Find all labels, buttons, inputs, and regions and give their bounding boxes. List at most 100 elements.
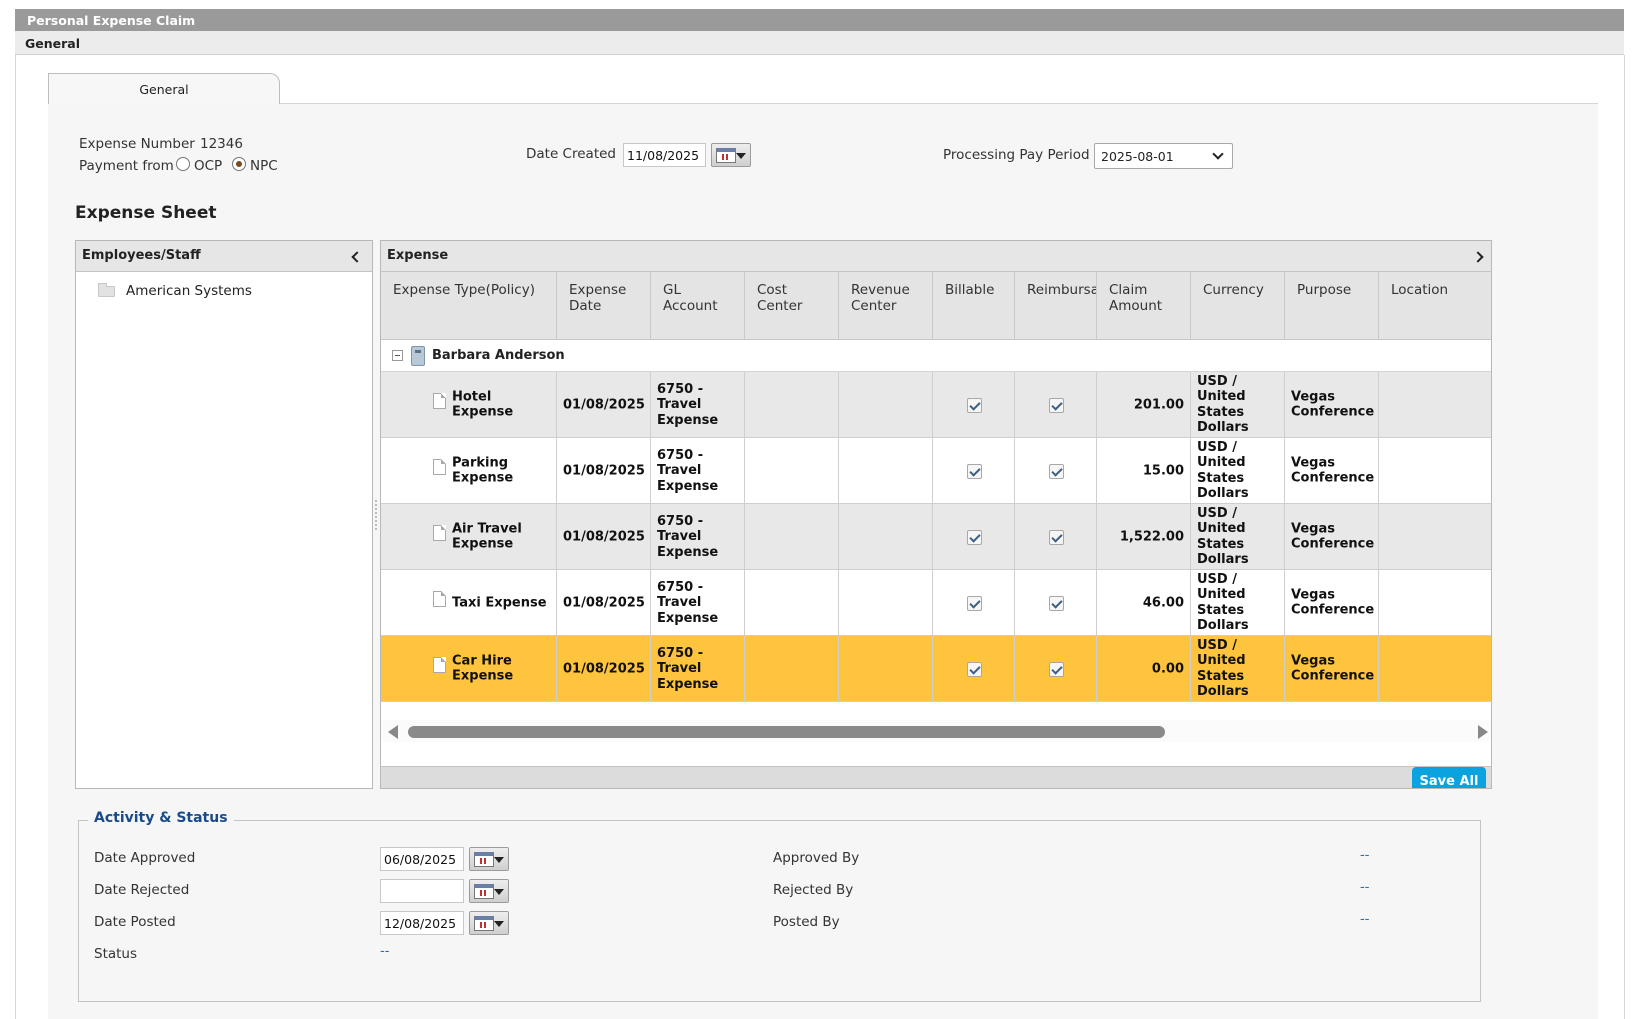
- checkbox-checked-icon[interactable]: [966, 397, 982, 413]
- cell-location[interactable]: [1379, 636, 1491, 701]
- cell-claim-amount[interactable]: 15.00: [1097, 438, 1191, 503]
- table-row[interactable]: Taxi Expense 01/08/2025 6750 - Travel Expe…: [381, 570, 1491, 636]
- cell-expense-type[interactable]: Air Travel Expense: [381, 504, 557, 569]
- splitter-handle[interactable]: [375, 500, 377, 530]
- date-created-calendar-button[interactable]: [711, 143, 751, 167]
- checkbox-checked-icon[interactable]: [966, 463, 982, 479]
- cell-purpose[interactable]: Vegas Conference: [1285, 504, 1379, 569]
- checkbox-checked-icon[interactable]: [1048, 529, 1064, 545]
- col-location[interactable]: Location: [1379, 272, 1491, 340]
- radio-npc[interactable]: [232, 157, 246, 171]
- scroll-right-icon[interactable]: [1478, 725, 1488, 739]
- cell-purpose[interactable]: Vegas Conference: [1285, 372, 1379, 437]
- cell-claim-amount[interactable]: 201.00: [1097, 372, 1191, 437]
- table-row[interactable]: Parking Expense 01/08/2025 6750 - Travel E…: [381, 438, 1491, 504]
- cell-billable[interactable]: [933, 372, 1015, 437]
- checkbox-checked-icon[interactable]: [1048, 397, 1064, 413]
- checkbox-checked-icon[interactable]: [966, 595, 982, 611]
- cell-gl-account[interactable]: 6750 - Travel Expense: [651, 438, 745, 503]
- checkbox-checked-icon[interactable]: [966, 529, 982, 545]
- cell-cost-center[interactable]: [745, 570, 839, 635]
- collapse-group-icon[interactable]: [392, 350, 403, 361]
- cell-expense-type[interactable]: Parking Expense: [381, 438, 557, 503]
- cell-currency[interactable]: USD / United States Dollars: [1191, 438, 1285, 503]
- cell-cost-center[interactable]: [745, 636, 839, 701]
- cell-purpose[interactable]: Vegas Conference: [1285, 438, 1379, 503]
- date-rejected-calendar-button[interactable]: [469, 879, 509, 903]
- date-approved-calendar-button[interactable]: [469, 847, 509, 871]
- col-expense-type[interactable]: Expense Type(Policy): [381, 272, 557, 340]
- cell-location[interactable]: [1379, 438, 1491, 503]
- scrollbar-thumb[interactable]: [408, 726, 1165, 738]
- date-posted-calendar-button[interactable]: [469, 911, 509, 935]
- col-cost-center[interactable]: Cost Center: [745, 272, 839, 340]
- cell-gl-account[interactable]: 6750 - Travel Expense: [651, 636, 745, 701]
- horizontal-scrollbar[interactable]: [381, 720, 1491, 742]
- col-expense-date[interactable]: Expense Date: [557, 272, 651, 340]
- cell-expense-date[interactable]: 01/08/2025: [557, 438, 651, 503]
- cell-claim-amount[interactable]: 1,522.00: [1097, 504, 1191, 569]
- cell-location[interactable]: [1379, 570, 1491, 635]
- cell-currency[interactable]: USD / United States Dollars: [1191, 504, 1285, 569]
- cell-expense-type[interactable]: Hotel Expense: [381, 372, 557, 437]
- table-row[interactable]: Car Hire Expense 01/08/2025 6750 - Travel …: [381, 636, 1491, 702]
- cell-reimbursable[interactable]: [1015, 504, 1097, 569]
- employee-tree-item[interactable]: American Systems: [98, 281, 358, 301]
- checkbox-checked-icon[interactable]: [1048, 463, 1064, 479]
- cell-expense-type[interactable]: Taxi Expense: [381, 570, 557, 635]
- cell-revenue-center[interactable]: [839, 372, 933, 437]
- date-posted-input[interactable]: 12/08/2025: [380, 911, 464, 935]
- checkbox-checked-icon[interactable]: [1048, 661, 1064, 677]
- cell-revenue-center[interactable]: [839, 504, 933, 569]
- cell-claim-amount[interactable]: 46.00: [1097, 570, 1191, 635]
- cell-revenue-center[interactable]: [839, 636, 933, 701]
- cell-expense-date[interactable]: 01/08/2025: [557, 372, 651, 437]
- cell-reimbursable[interactable]: [1015, 438, 1097, 503]
- cell-purpose[interactable]: Vegas Conference: [1285, 570, 1379, 635]
- cell-expense-type[interactable]: Car Hire Expense: [381, 636, 557, 701]
- checkbox-checked-icon[interactable]: [966, 661, 982, 677]
- cell-billable[interactable]: [933, 504, 1015, 569]
- cell-claim-amount[interactable]: 0.00: [1097, 636, 1191, 701]
- cell-expense-date[interactable]: 01/08/2025: [557, 504, 651, 569]
- cell-location[interactable]: [1379, 504, 1491, 569]
- cell-cost-center[interactable]: [745, 504, 839, 569]
- col-billable[interactable]: Billable: [933, 272, 1015, 340]
- table-row[interactable]: Air Travel Expense 01/08/2025 6750 - Trave…: [381, 504, 1491, 570]
- cell-reimbursable[interactable]: [1015, 570, 1097, 635]
- cell-reimbursable[interactable]: [1015, 372, 1097, 437]
- save-all-button[interactable]: Save All: [1412, 767, 1486, 788]
- tab-general[interactable]: General: [48, 73, 280, 104]
- cell-reimbursable[interactable]: [1015, 636, 1097, 701]
- col-purpose[interactable]: Purpose: [1285, 272, 1379, 340]
- radio-ocp[interactable]: [176, 157, 190, 171]
- cell-revenue-center[interactable]: [839, 570, 933, 635]
- date-created-input[interactable]: 11/08/2025: [623, 143, 706, 167]
- col-currency[interactable]: Currency: [1191, 272, 1285, 340]
- cell-gl-account[interactable]: 6750 - Travel Expense: [651, 570, 745, 635]
- cell-expense-date[interactable]: 01/08/2025: [557, 636, 651, 701]
- col-claim-amount[interactable]: Claim Amount: [1097, 272, 1191, 340]
- cell-billable[interactable]: [933, 438, 1015, 503]
- cell-gl-account[interactable]: 6750 - Travel Expense: [651, 372, 745, 437]
- cell-revenue-center[interactable]: [839, 438, 933, 503]
- table-row[interactable]: Hotel Expense 01/08/2025 6750 - Travel Exp…: [381, 372, 1491, 438]
- col-reimbursable[interactable]: Reimbursable: [1015, 272, 1097, 340]
- cell-purpose[interactable]: Vegas Conference: [1285, 636, 1379, 701]
- cell-currency[interactable]: USD / United States Dollars: [1191, 570, 1285, 635]
- cell-gl-account[interactable]: 6750 - Travel Expense: [651, 504, 745, 569]
- pay-period-select[interactable]: 2025-08-01: [1094, 143, 1233, 169]
- date-rejected-input[interactable]: [380, 879, 464, 903]
- cell-billable[interactable]: [933, 570, 1015, 635]
- scroll-left-icon[interactable]: [388, 725, 398, 739]
- cell-cost-center[interactable]: [745, 438, 839, 503]
- date-approved-input[interactable]: 06/08/2025: [380, 847, 464, 871]
- group-row[interactable]: Barbara Anderson: [381, 341, 1491, 372]
- col-gl-account[interactable]: GL Account: [651, 272, 745, 340]
- cell-billable[interactable]: [933, 636, 1015, 701]
- cell-location[interactable]: [1379, 372, 1491, 437]
- cell-currency[interactable]: USD / United States Dollars: [1191, 636, 1285, 701]
- cell-currency[interactable]: USD / United States Dollars: [1191, 372, 1285, 437]
- col-revenue-center[interactable]: Revenue Center: [839, 272, 933, 340]
- cell-cost-center[interactable]: [745, 372, 839, 437]
